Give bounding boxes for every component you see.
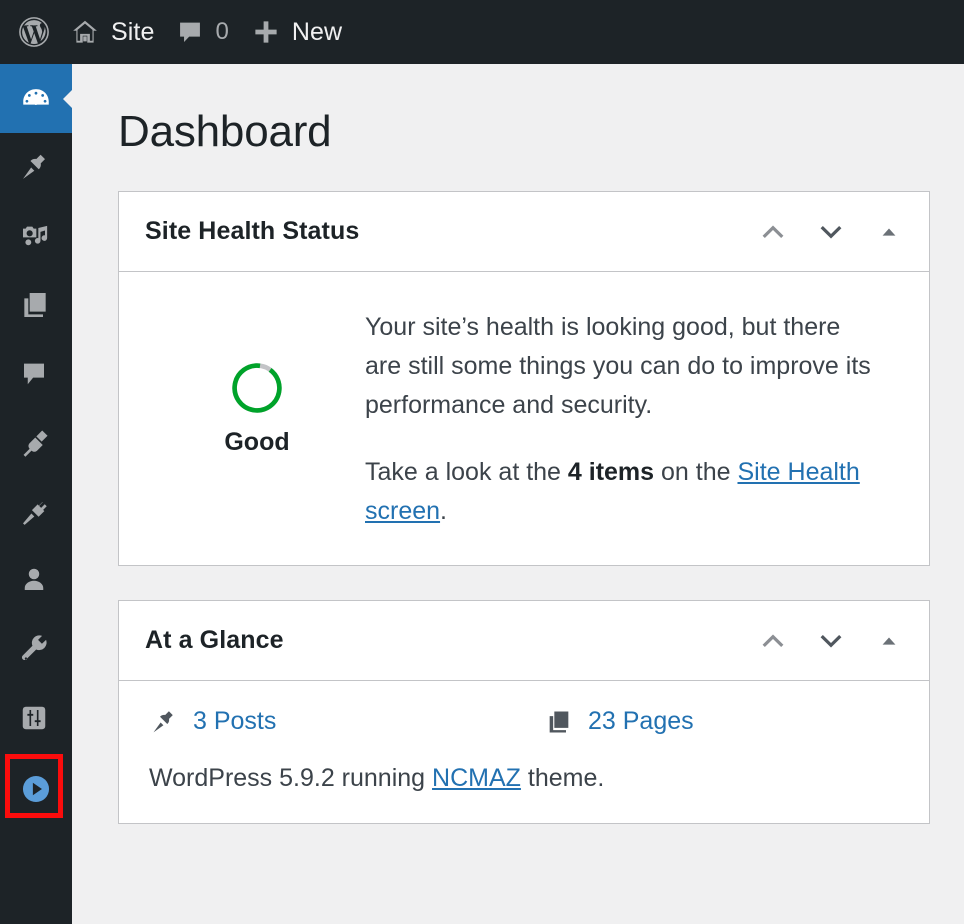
- sidebar-item-settings[interactable]: [0, 685, 72, 754]
- panel-title-site-health: Site Health Status: [145, 217, 360, 245]
- version-suffix-text: theme.: [520, 764, 605, 792]
- new-content-menu[interactable]: New: [240, 0, 353, 64]
- site-health-description: Your site’s health is looking good, but …: [365, 306, 883, 531]
- sidebar-item-posts[interactable]: [0, 133, 72, 202]
- pin-icon: [149, 708, 179, 736]
- glance-counts-list: 3 Posts 23 Pages: [149, 707, 903, 736]
- comments-count: 0: [215, 18, 229, 45]
- page-title: Dashboard: [118, 107, 332, 156]
- dashboard-gauge-icon: [19, 82, 53, 116]
- plug-icon: [19, 496, 53, 530]
- sidebar-item-media-player[interactable]: [0, 754, 72, 823]
- pages-icon: [19, 289, 53, 323]
- user-icon: [19, 565, 53, 599]
- panel-at-a-glance: At a Glance 3 Posts 23 Pages WordPress 5…: [118, 600, 930, 824]
- active-menu-arrow: [63, 89, 72, 108]
- sidebar-item-appearance[interactable]: [0, 409, 72, 478]
- health-on-the-text: on the: [654, 458, 738, 486]
- panel-actions-at-a-glance: [753, 621, 909, 661]
- version-prefix-text: WordPress 5.9.2 running: [149, 764, 433, 792]
- wordpress-version-line: WordPress 5.9.2 running NCMAZ theme.: [149, 764, 903, 793]
- sidebar-item-pages[interactable]: [0, 271, 72, 340]
- toggle-panel-triangle-icon[interactable]: [869, 621, 909, 661]
- site-name-label: Site: [111, 17, 155, 46]
- move-down-chevron-icon[interactable]: [811, 621, 851, 661]
- glance-item-posts[interactable]: 3 Posts: [149, 707, 544, 736]
- panel-site-health-status: Site Health Status Good Your site’s heal…: [118, 191, 930, 566]
- wordpress-logo-icon: [17, 15, 51, 49]
- sidebar-item-dashboard[interactable]: [0, 64, 72, 133]
- panel-header-site-health: Site Health Status: [119, 192, 929, 272]
- media-camera-music-icon: [19, 220, 53, 254]
- panel-actions-site-health: [753, 212, 909, 252]
- admin-sidebar-menu: [0, 64, 72, 924]
- site-name-menu[interactable]: Site: [59, 0, 165, 64]
- sliders-icon: [19, 703, 53, 737]
- sidebar-item-users[interactable]: [0, 547, 72, 616]
- pin-icon: [19, 151, 53, 185]
- pages-icon: [544, 708, 574, 736]
- panel-header-at-a-glance: At a Glance: [119, 601, 929, 681]
- paintbrush-icon: [19, 427, 53, 461]
- new-content-label: New: [291, 17, 343, 46]
- health-paragraph-1: Your site’s health is looking good, but …: [365, 313, 871, 419]
- sidebar-item-plugins[interactable]: [0, 478, 72, 547]
- home-icon: [70, 17, 100, 47]
- health-paragraph-2: Take a look at the 4 items on the Site H…: [365, 453, 883, 531]
- panel-body-at-a-glance: 3 Posts 23 Pages WordPress 5.9.2 running…: [119, 681, 929, 823]
- plus-icon: [251, 17, 281, 47]
- glance-pages-label: 23 Pages: [588, 707, 694, 735]
- play-circle-icon: [19, 772, 53, 806]
- sidebar-item-media[interactable]: [0, 202, 72, 271]
- comment-bubble-icon: [176, 18, 204, 46]
- panel-title-at-a-glance: At a Glance: [145, 626, 284, 654]
- comment-bubble-icon: [19, 358, 53, 392]
- toggle-panel-triangle-icon[interactable]: [869, 212, 909, 252]
- sidebar-item-comments[interactable]: [0, 340, 72, 409]
- wordpress-logo-button[interactable]: [0, 0, 59, 64]
- move-down-chevron-icon[interactable]: [811, 212, 851, 252]
- move-up-chevron-icon[interactable]: [753, 212, 793, 252]
- sidebar-item-tools[interactable]: [0, 616, 72, 685]
- health-status-label: Good: [224, 428, 290, 456]
- site-health-gauge: Good: [149, 306, 365, 457]
- glance-posts-label: 3 Posts: [193, 707, 277, 735]
- glance-item-pages[interactable]: 23 Pages: [544, 707, 694, 736]
- move-up-chevron-icon[interactable]: [753, 621, 793, 661]
- health-progress-ring-icon: [232, 363, 282, 413]
- health-take-a-look-text: Take a look at the: [365, 458, 568, 486]
- health-period-text: .: [440, 497, 447, 525]
- dashboard-content: Dashboard Site Health Status Good Your s…: [72, 64, 964, 924]
- wrench-icon: [19, 634, 53, 668]
- theme-name-link[interactable]: NCMAZ: [432, 764, 521, 792]
- panel-body-site-health: Good Your site’s health is looking good,…: [119, 272, 929, 565]
- comments-bubble-button[interactable]: 0: [165, 0, 239, 64]
- admin-bar: Site 0 New: [0, 0, 964, 64]
- health-items-count: 4 items: [567, 458, 655, 486]
